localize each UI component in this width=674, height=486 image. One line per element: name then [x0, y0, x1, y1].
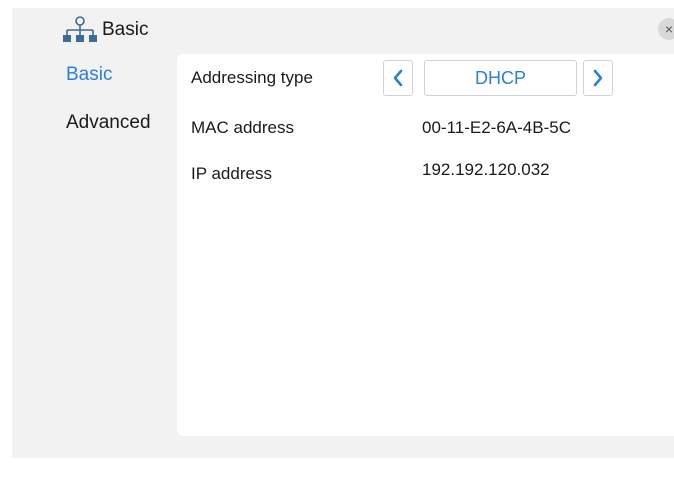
next-option-button[interactable]: [583, 60, 613, 96]
ip-address-value: 192.192.120.032: [422, 160, 550, 179]
window-title-bar: Basic: [62, 16, 148, 44]
sidebar-item-basic[interactable]: Basic: [66, 64, 112, 86]
settings-panel: Addressing type DHCP MAC address 00-11-E…: [177, 54, 674, 436]
chevron-right-icon: [593, 69, 603, 87]
addressing-type-value: DHCP: [474, 67, 526, 88]
settings-window: Basic × Basic Advanced Addressing type D…: [12, 8, 674, 458]
sidebar-item-label: Basic: [66, 64, 113, 85]
ip-address-label: IP address: [191, 164, 272, 183]
addressing-type-label: Addressing type: [191, 68, 313, 87]
close-icon: ×: [664, 21, 674, 37]
window-title: Basic: [102, 19, 149, 40]
previous-option-button[interactable]: [383, 60, 413, 96]
mac-address-value: 00-11-E2-6A-4B-5C: [422, 118, 571, 137]
close-button[interactable]: ×: [658, 18, 674, 40]
network-icon: [63, 16, 97, 42]
addressing-type-select[interactable]: DHCP: [424, 60, 577, 96]
chevron-left-icon: [393, 69, 403, 87]
sidebar-item-label: Advanced: [66, 112, 151, 133]
sidebar-item-advanced[interactable]: Advanced: [66, 112, 151, 134]
mac-address-label: MAC address: [191, 118, 294, 137]
